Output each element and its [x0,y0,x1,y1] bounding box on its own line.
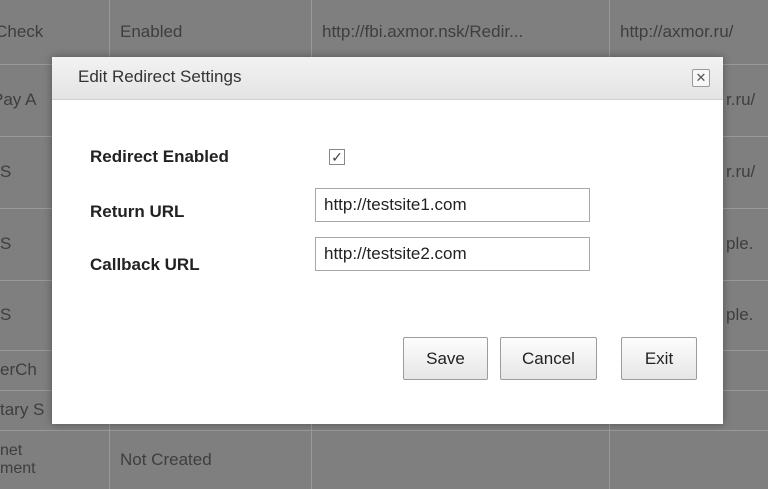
cell-text: tary S [0,400,45,419]
cell-text: ple. [726,234,754,253]
table-cell: http://axmor.ru/ [610,0,768,64]
cell-text: Pay A [0,90,37,109]
redirect-enabled-label: Redirect Enabled [90,147,229,166]
return-url-input[interactable] [315,188,590,222]
table-cell [312,430,610,489]
dialog-header: Edit Redirect Settings ✕ [52,57,723,100]
return-url-label: Return URL [90,202,185,221]
cancel-button[interactable]: Cancel [500,337,597,380]
cell-text: erCheck [0,22,44,41]
callback-url-input[interactable] [315,237,590,271]
cell-text: S [0,305,12,324]
table-cell: erCheck [0,0,110,64]
table-cell: http://fbi.axmor.nsk/Redir... [312,0,610,64]
exit-button[interactable]: Exit [621,337,697,380]
cell-text: erCh [0,360,37,379]
table-cell: Enabled [110,0,312,64]
cell-text: S [0,234,12,253]
cell-text: Enabled [120,22,183,41]
cell-text: http://axmor.ru/ [620,22,734,41]
cell-text: http://fbi.axmor.nsk/Redir... [322,22,524,41]
cell-text: Not Created [120,449,212,469]
cell-text: S [0,162,12,181]
cell-text: r.ru/ [726,90,756,109]
table-row: erCheck Enabled http://fbi.axmor.nsk/Red… [0,0,768,65]
table-cell: Not Created [110,430,312,489]
table-cell [610,430,768,489]
edit-redirect-dialog: Edit Redirect Settings ✕ Redirect Enable… [52,57,723,424]
close-icon[interactable]: ✕ [692,69,710,87]
cell-text: net ment [0,441,36,477]
dialog-title: Edit Redirect Settings [78,67,242,86]
save-button[interactable]: Save [403,337,488,380]
checkmark-icon: ✓ [331,149,343,165]
callback-url-label: Callback URL [90,255,200,274]
redirect-enabled-checkbox[interactable]: ✓ [329,149,345,165]
cell-text: ple. [726,305,754,324]
table-row: net ment Not Created [0,430,768,489]
table-cell: net ment [0,430,110,489]
cell-text: r.ru/ [726,162,756,181]
